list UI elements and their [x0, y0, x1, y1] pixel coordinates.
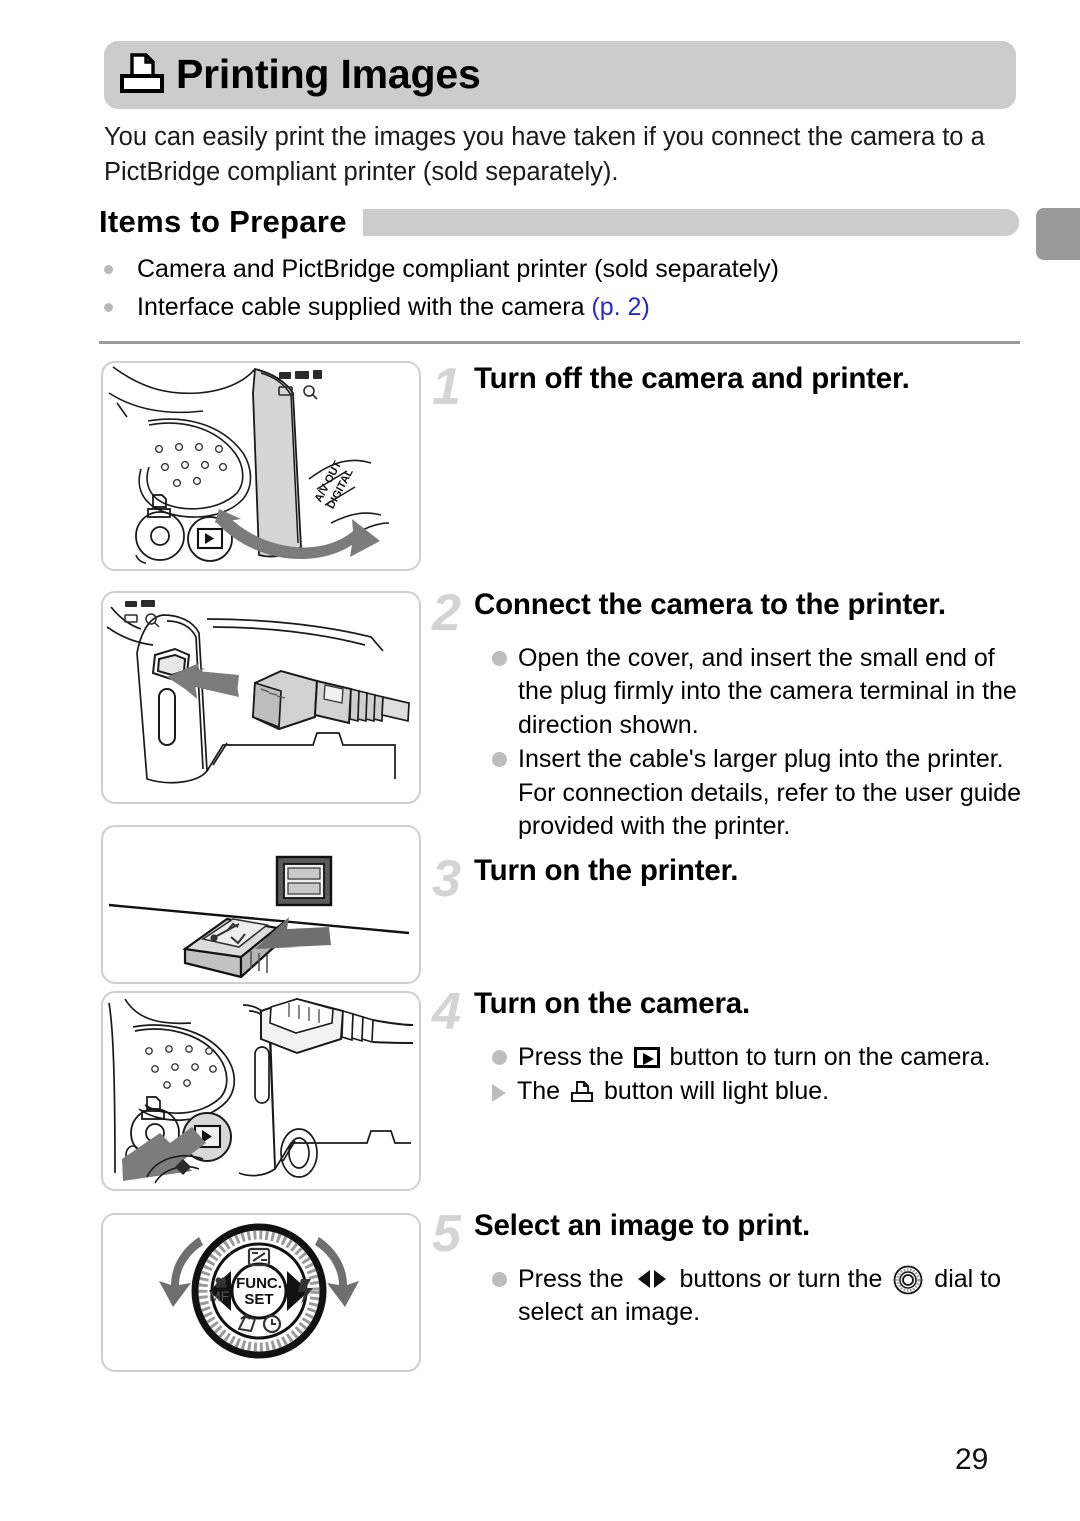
list-item: Insert the cable's larger plug into the …	[492, 743, 1028, 844]
step-number: 1	[432, 358, 461, 416]
step-heading: 2 Connect the camera to the printer.	[432, 584, 1028, 642]
step-2: 2 Connect the camera to the printer. Ope…	[432, 584, 1028, 845]
list-item-text: Press the button to turn on the camera.	[518, 1042, 991, 1071]
figure-press-playback-button	[101, 991, 421, 1191]
list-item: The button will light blue.	[492, 1075, 1028, 1109]
step-bullet-list: Press the button to turn on the camera. …	[492, 1041, 1028, 1109]
step-heading: 1 Turn off the camera and printer.	[432, 358, 1022, 416]
svg-text:SET: SET	[244, 1291, 273, 1308]
step-bullet-list: Press the buttons or turn the dial to se…	[492, 1263, 1028, 1330]
section-heading-label: Items to Prepare	[99, 204, 347, 239]
bullet-dot-icon	[492, 1049, 507, 1065]
bullet-dot-icon	[104, 303, 113, 312]
page-title: Printing Images	[176, 50, 481, 97]
step-number: 2	[432, 584, 461, 642]
svg-text:MF: MF	[209, 1288, 229, 1304]
step-heading: 3 Turn on the printer.	[432, 850, 1022, 908]
figure-control-dial: FUNC. SET MF	[101, 1213, 421, 1372]
list-item-text: Open the cover, and insert the small end…	[518, 643, 1017, 739]
list-item: Camera and PictBridge compliant printer …	[104, 252, 1024, 286]
list-item: Press the button to turn on the camera.	[492, 1041, 1028, 1075]
step-title: Turn on the printer.	[474, 854, 739, 887]
page-number: 29	[955, 1443, 989, 1476]
page-edge-tab	[1036, 208, 1080, 260]
bullet-dot-icon	[104, 265, 113, 274]
step-3: 3 Turn on the printer.	[432, 850, 1022, 908]
bullet-triangle-icon	[492, 1084, 506, 1103]
svg-text:FUNC.: FUNC.	[236, 1275, 282, 1292]
step-title: Connect the camera to the printer.	[474, 588, 946, 621]
list-item-text: The button will light blue.	[517, 1077, 830, 1106]
items-to-prepare-list: Camera and PictBridge compliant printer …	[104, 252, 1024, 328]
step-number: 5	[432, 1205, 461, 1263]
step-title: Turn off the camera and printer.	[474, 362, 910, 395]
step-4: 4 Turn on the camera. Press the button t…	[432, 983, 1028, 1110]
step-1: 1 Turn off the camera and printer.	[432, 358, 1022, 416]
list-item: Open the cover, and insert the small end…	[492, 642, 1028, 743]
figure-camera-terminal-plug	[101, 591, 421, 804]
bullet-dot-icon	[492, 1271, 507, 1287]
list-item-text: Camera and PictBridge compliant printer …	[137, 255, 779, 283]
intro-paragraph: You can easily print the images you have…	[104, 123, 985, 186]
list-item: Press the buttons or turn the dial to se…	[492, 1263, 1028, 1330]
step-number: 3	[432, 850, 461, 908]
horizontal-divider	[99, 341, 1020, 344]
manual-page: Printing Images You can easily print the…	[0, 0, 1080, 1521]
step-number: 4	[432, 983, 461, 1041]
list-item-text: Press the buttons or turn the dial to se…	[518, 1264, 1002, 1327]
section-heading-bar	[362, 208, 1019, 236]
step-heading: 5 Select an image to print.	[432, 1205, 1028, 1263]
page-reference-link[interactable]: (p. 2)	[591, 293, 649, 321]
step-bullet-list: Open the cover, and insert the small end…	[492, 642, 1028, 844]
step-heading: 4 Turn on the camera.	[432, 983, 1028, 1041]
page-header-banner: Printing Images	[104, 41, 1016, 109]
section-heading: Items to Prepare	[99, 204, 1019, 240]
list-item: Interface cable supplied with the camera…	[104, 290, 1024, 324]
step-title: Turn on the camera.	[474, 987, 750, 1020]
printer-icon	[120, 53, 164, 93]
control-dial-icon	[893, 1265, 923, 1295]
list-item-text: Insert the cable's larger plug into the …	[518, 745, 1022, 841]
left-right-buttons-icon	[637, 1269, 666, 1288]
playback-button-icon	[633, 1046, 660, 1068]
step-title: Select an image to print.	[474, 1209, 810, 1242]
bullet-dot-icon	[492, 752, 507, 768]
figure-camera-cover-open: A/V OUT DIGITAL	[101, 361, 421, 571]
figure-usb-printer-port	[101, 825, 421, 984]
print-button-icon	[570, 1081, 594, 1103]
list-item-text: Interface cable supplied with the camera…	[137, 293, 650, 321]
step-5: 5 Select an image to print. Press the bu…	[432, 1205, 1028, 1331]
bullet-dot-icon	[492, 650, 507, 666]
